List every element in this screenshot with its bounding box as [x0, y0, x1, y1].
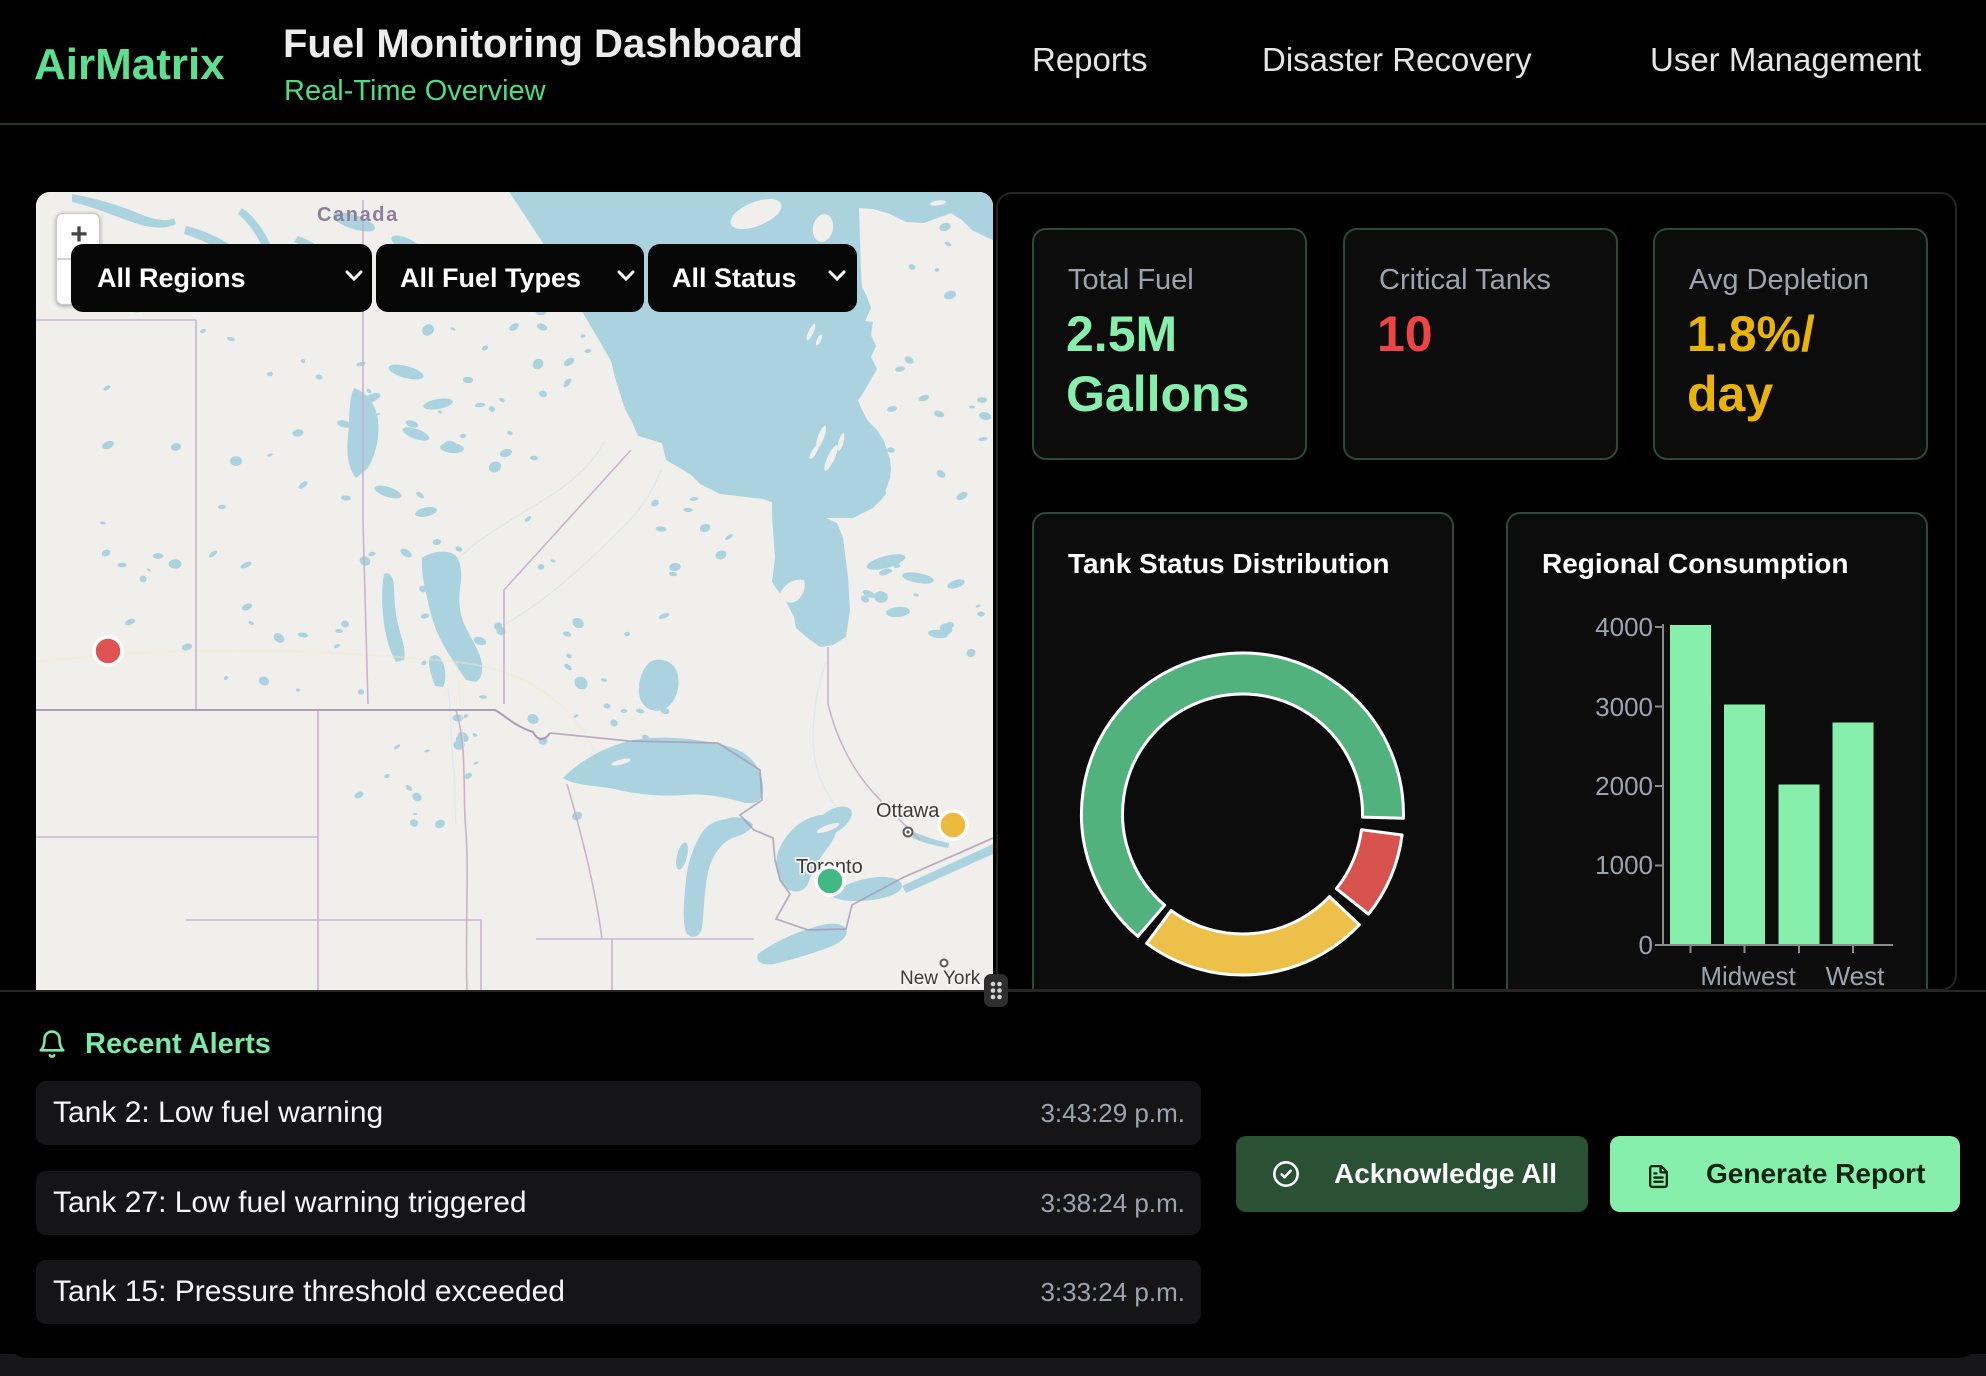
svg-text:2000: 2000 — [1595, 771, 1653, 801]
svg-text:1000: 1000 — [1595, 850, 1653, 880]
svg-text:West: West — [1826, 961, 1886, 991]
svg-text:0: 0 — [1639, 930, 1653, 960]
svg-text:4000: 4000 — [1595, 612, 1653, 642]
svg-text:New York: New York — [900, 968, 981, 989]
svg-text:Ottawa: Ottawa — [876, 800, 940, 822]
svg-text:Midwest: Midwest — [1700, 961, 1796, 991]
svg-text:3000: 3000 — [1595, 692, 1653, 722]
svg-text:Canada: Canada — [317, 204, 399, 226]
